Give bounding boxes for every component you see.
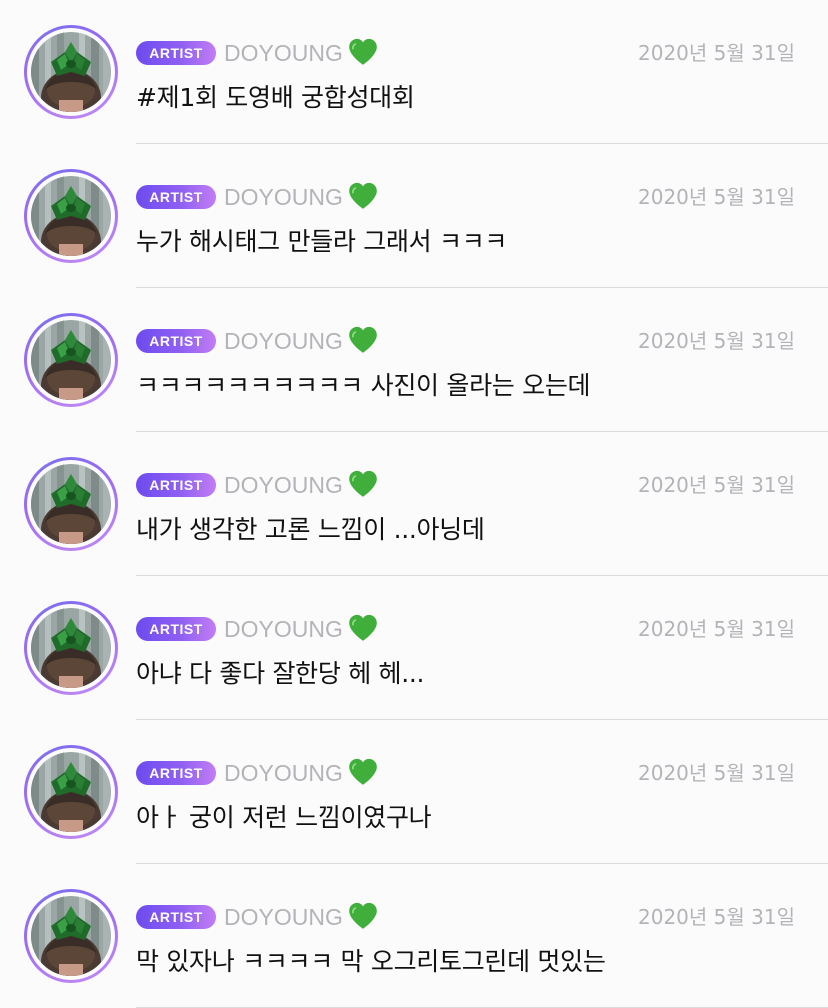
profile-photo bbox=[31, 176, 111, 256]
green-heart-icon bbox=[346, 467, 380, 501]
author-name: DOYOUNG bbox=[224, 328, 343, 354]
author-name: DOYOUNG bbox=[224, 40, 343, 66]
avatar-ring bbox=[27, 316, 115, 404]
message-text: 아ㅏ 궁이 저런 느낌이였구나 bbox=[136, 803, 432, 832]
message-item[interactable]: ARTIST DOYOUNG 2020년 5월 31일 #제1회 도영배 궁합성… bbox=[0, 0, 828, 144]
message-text: 내가 생각한 고론 느낌이 ...아닝데 bbox=[136, 515, 485, 544]
green-heart-icon bbox=[346, 179, 380, 213]
message-text: ㅋㅋㅋㅋㅋㅋㅋㅋㅋㅋ 사진이 올라는 오는데 bbox=[136, 371, 591, 400]
message-text: 아냐 다 좋다 잘한당 헤 헤... bbox=[136, 659, 425, 688]
message-date: 2020년 5월 31일 bbox=[638, 617, 795, 641]
avatar[interactable] bbox=[24, 313, 118, 407]
message-item[interactable]: ARTIST DOYOUNG 2020년 5월 31일 ㅋㅋㅋㅋㅋㅋㅋㅋㅋㅋ 사… bbox=[0, 288, 828, 432]
author-name: DOYOUNG bbox=[224, 904, 343, 930]
message-item[interactable]: ARTIST DOYOUNG 2020년 5월 31일 내가 생각한 고론 느낌… bbox=[0, 432, 828, 576]
avatar-ring bbox=[27, 604, 115, 692]
message-item[interactable]: ARTIST DOYOUNG 2020년 5월 31일 아ㅏ 궁이 저런 느낌이… bbox=[0, 720, 828, 864]
avatar[interactable] bbox=[24, 457, 118, 551]
profile-photo bbox=[31, 320, 111, 400]
avatar-ring bbox=[27, 172, 115, 260]
message-text: 막 있자나 ㅋㅋㅋㅋ 막 오그리토그린데 멋있는 bbox=[136, 947, 606, 976]
message-date: 2020년 5월 31일 bbox=[638, 185, 795, 209]
artist-badge: ARTIST bbox=[136, 617, 216, 641]
avatar[interactable] bbox=[24, 745, 118, 839]
artist-badge: ARTIST bbox=[136, 761, 216, 785]
profile-photo bbox=[31, 464, 111, 544]
green-heart-icon bbox=[346, 323, 380, 357]
avatar[interactable] bbox=[24, 169, 118, 263]
profile-photo bbox=[31, 752, 111, 832]
artist-badge: ARTIST bbox=[136, 41, 216, 65]
artist-badge: ARTIST bbox=[136, 473, 216, 497]
message-date: 2020년 5월 31일 bbox=[638, 329, 795, 353]
message-text: #제1회 도영배 궁합성대회 bbox=[136, 83, 415, 112]
green-heart-icon bbox=[346, 611, 380, 645]
profile-photo bbox=[31, 32, 111, 112]
artist-badge: ARTIST bbox=[136, 329, 216, 353]
avatar-ring bbox=[27, 460, 115, 548]
message-date: 2020년 5월 31일 bbox=[638, 905, 795, 929]
profile-photo bbox=[31, 608, 111, 688]
author-name: DOYOUNG bbox=[224, 616, 343, 642]
avatar[interactable] bbox=[24, 25, 118, 119]
message-date: 2020년 5월 31일 bbox=[638, 761, 795, 785]
avatar-ring bbox=[27, 892, 115, 980]
avatar-ring bbox=[27, 748, 115, 836]
artist-badge: ARTIST bbox=[136, 905, 216, 929]
author-name: DOYOUNG bbox=[224, 472, 343, 498]
green-heart-icon bbox=[346, 35, 380, 69]
avatar[interactable] bbox=[24, 889, 118, 983]
author-name: DOYOUNG bbox=[224, 760, 343, 786]
message-date: 2020년 5월 31일 bbox=[638, 473, 795, 497]
message-text: 누가 해시태그 만들라 그래서 ㅋㅋㅋ bbox=[136, 227, 508, 256]
message-item[interactable]: ARTIST DOYOUNG 2020년 5월 31일 아냐 다 좋다 잘한당 … bbox=[0, 576, 828, 720]
avatar[interactable] bbox=[24, 601, 118, 695]
message-feed[interactable]: ARTIST DOYOUNG 2020년 5월 31일 #제1회 도영배 궁합성… bbox=[0, 0, 828, 1008]
green-heart-icon bbox=[346, 899, 380, 933]
author-name: DOYOUNG bbox=[224, 184, 343, 210]
green-heart-icon bbox=[346, 755, 380, 789]
artist-badge: ARTIST bbox=[136, 185, 216, 209]
message-item[interactable]: ARTIST DOYOUNG 2020년 5월 31일 막 있자나 ㅋㅋㅋㅋ 막… bbox=[0, 864, 828, 1008]
avatar-ring bbox=[27, 28, 115, 116]
message-item[interactable]: ARTIST DOYOUNG 2020년 5월 31일 누가 해시태그 만들라 … bbox=[0, 144, 828, 288]
profile-photo bbox=[31, 896, 111, 976]
message-date: 2020년 5월 31일 bbox=[638, 41, 795, 65]
